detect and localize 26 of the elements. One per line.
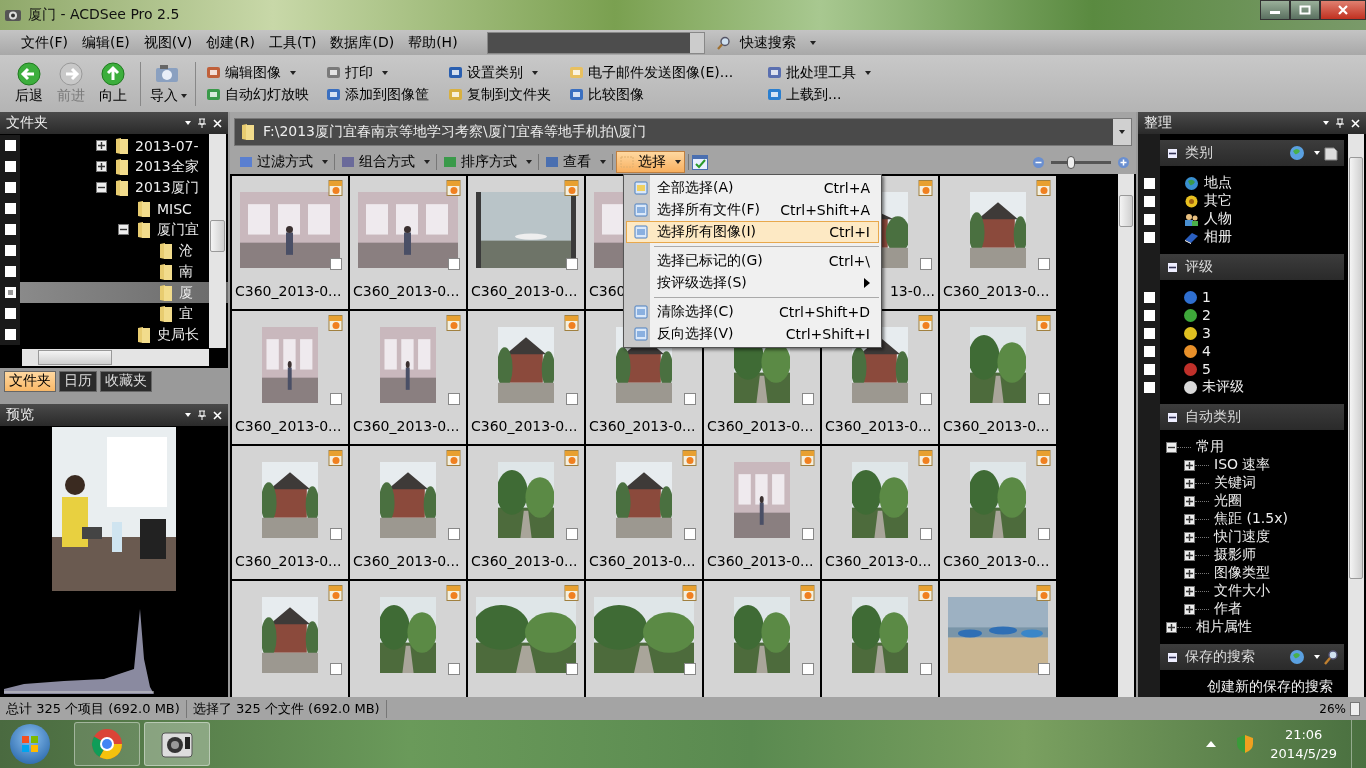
file-name: C360_2013-0... [589, 418, 696, 434]
file-name: 13-0... [889, 283, 935, 299]
file-name: C360_2013-0... [589, 553, 696, 569]
file-name: C360_2013-0... [353, 418, 460, 434]
file-name: C360_2013-0... [353, 283, 460, 299]
file-name: C360_2013-0... [235, 418, 342, 434]
file-name: C360_2013-0... [353, 553, 460, 569]
file-name: C360_2013-0... [943, 283, 1050, 299]
file-name: C360_2013-0... [825, 418, 932, 434]
file-name: C360_2013-0... [707, 418, 814, 434]
file-name: C360_2013-0... [471, 418, 578, 434]
file-name: C360_2013-0... [707, 553, 814, 569]
file-name: C360_2013-0... [471, 283, 578, 299]
panel-title: 整理 [1144, 114, 1172, 132]
zoom-percent: 26% [1319, 701, 1346, 716]
panel-title: 预览 [6, 406, 34, 424]
file-name: C360_2013-0... [943, 418, 1050, 434]
status-text: 总计 325 个项目 (692.0 MB) [0, 699, 187, 718]
file-name: C360_2013-0... [943, 553, 1050, 569]
file-name: C360_2013-0... [825, 553, 932, 569]
file-name: C360_2013-0... [235, 553, 342, 569]
status-text: 选择了 325 个文件 (692.0 MB) [186, 699, 387, 718]
panel-title: 文件夹 [6, 114, 48, 132]
file-name: C360_2013-0... [471, 553, 578, 569]
file-name: C360_2013-0... [235, 283, 342, 299]
window-title: 厦门 - ACDSee Pro 2.5 [28, 6, 180, 24]
